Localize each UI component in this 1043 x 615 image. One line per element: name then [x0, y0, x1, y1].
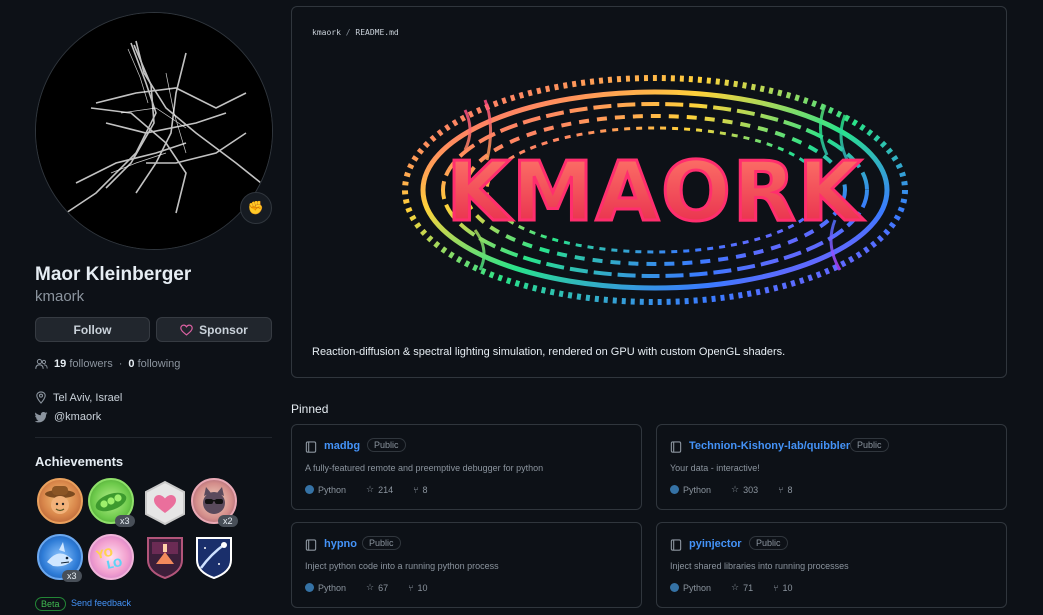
follow-button[interactable]: Follow — [35, 317, 150, 342]
readme-banner: KMAORK — [395, 70, 915, 310]
followers-count: 19 — [54, 358, 67, 370]
language-color-icon — [670, 485, 679, 494]
status-badge[interactable]: ✊ — [240, 192, 272, 224]
repo-language: Python — [318, 582, 347, 593]
readme-description: Reaction-diffusion & spectral lighting s… — [312, 346, 786, 358]
achievements-title: Achievements — [35, 454, 124, 469]
repo-language: Python — [683, 484, 712, 495]
repo-forks[interactable]: 10 — [418, 583, 428, 593]
repo-stats: Python ☆ 303 ⑂ 8 — [670, 484, 793, 495]
readme-path-separator: / — [345, 28, 351, 37]
repo-description: Inject python code into a running python… — [305, 561, 499, 571]
achievement-badge-yolo[interactable]: YO LO — [88, 534, 134, 580]
repo-description: A fully-featured remote and preemptive d… — [305, 463, 544, 473]
heart-icon — [180, 324, 193, 336]
sponsor-button[interactable]: Sponsor — [156, 317, 272, 342]
svg-text:LO: LO — [105, 556, 123, 572]
followers-row: 19 followers · 0 following — [35, 358, 180, 370]
repo-description: Your data - interactive! — [670, 463, 760, 473]
repo-visibility-badge: Public — [362, 536, 401, 550]
repo-stars[interactable]: 67 — [378, 583, 388, 593]
repo-language: Python — [318, 484, 347, 495]
sidebar-divider — [35, 437, 272, 438]
twitter-icon — [35, 411, 48, 422]
star-icon[interactable]: ☆ — [731, 582, 739, 593]
twitter-row[interactable]: @kmaork — [35, 411, 101, 423]
followers-label: followers — [69, 358, 113, 370]
sponsor-label: Sponsor — [199, 322, 248, 337]
status-emoji: ✊ — [247, 200, 265, 215]
star-icon[interactable]: ☆ — [366, 582, 374, 593]
profile-fullname: Maor Kleinberger — [35, 264, 192, 285]
repo-name[interactable]: madbg — [324, 440, 360, 452]
pinned-title: Pinned — [291, 402, 329, 416]
repo-icon — [670, 539, 682, 551]
achievement-count: x2 — [218, 515, 238, 527]
fork-icon[interactable]: ⑂ — [408, 583, 413, 593]
follow-label: Follow — [73, 322, 112, 337]
twitter-handle: @kmaork — [54, 411, 102, 423]
profile-username: kmaork — [35, 288, 85, 305]
repo-stars[interactable]: 214 — [378, 485, 393, 495]
repo-name[interactable]: pyinjector — [689, 538, 742, 550]
following-link[interactable]: 0 following — [128, 358, 180, 370]
beta-badge: Beta — [35, 597, 66, 611]
repo-language: Python — [683, 582, 712, 593]
repo-visibility-badge: Public — [850, 438, 889, 452]
repo-forks[interactable]: 8 — [788, 485, 793, 495]
repo-description: Inject shared libraries into running pro… — [670, 561, 849, 571]
achievement-badge-heart-hexagon[interactable] — [142, 480, 188, 526]
star-icon[interactable]: ☆ — [366, 484, 374, 495]
repo-forks[interactable]: 8 — [423, 485, 428, 495]
pinned-repo-card: hypno Public Inject python code into a r… — [291, 522, 642, 608]
repo-name[interactable]: hypno — [324, 538, 357, 550]
following-label: following — [137, 358, 181, 370]
repo-icon — [305, 539, 317, 551]
fork-icon[interactable]: ⑂ — [413, 485, 418, 495]
location-row: Tel Aviv, Israel — [35, 391, 122, 404]
pinned-repo-card: madbg Public A fully-featured remote and… — [291, 424, 642, 510]
followers-link[interactable]: 19 followers — [54, 358, 113, 370]
language-color-icon — [305, 485, 314, 494]
repo-forks[interactable]: 10 — [783, 583, 793, 593]
people-icon — [35, 358, 48, 369]
readme-filename[interactable]: README.md — [355, 28, 398, 37]
language-color-icon — [305, 583, 314, 592]
pinned-repo-card: Technion-Kishony-lab/quibbler Public You… — [656, 424, 1007, 510]
achievement-badge-cowboy[interactable] — [37, 478, 83, 524]
send-feedback-link[interactable]: Send feedback — [71, 598, 131, 608]
following-count: 0 — [128, 358, 135, 370]
location-text: Tel Aviv, Israel — [53, 391, 123, 404]
achievement-badge-arctic-shield[interactable] — [142, 534, 188, 580]
meta-separator: · — [118, 358, 123, 370]
readme-path: kmaork / README.md — [312, 28, 399, 37]
fork-icon[interactable]: ⑂ — [778, 485, 783, 495]
location-icon — [36, 391, 46, 404]
readme-owner[interactable]: kmaork — [312, 28, 341, 37]
repo-stats: Python ☆ 71 ⑂ 10 — [670, 582, 793, 593]
achievement-badge-starstruck-shield[interactable] — [191, 534, 237, 580]
repo-stars[interactable]: 71 — [743, 583, 753, 593]
repo-icon — [670, 441, 682, 453]
achievement-count: x3 — [115, 515, 135, 527]
repo-visibility-badge: Public — [749, 536, 788, 550]
repo-name[interactable]: Technion-Kishony-lab/quibbler — [689, 440, 850, 452]
repo-stats: Python ☆ 67 ⑂ 10 — [305, 582, 428, 593]
language-color-icon — [670, 583, 679, 592]
star-icon[interactable]: ☆ — [731, 484, 739, 495]
repo-visibility-badge: Public — [367, 438, 406, 452]
banner-text: KMAORK — [447, 145, 865, 240]
repo-icon — [305, 441, 317, 453]
achievement-count: x3 — [62, 570, 82, 582]
repo-stats: Python ☆ 214 ⑂ 8 — [305, 484, 428, 495]
pinned-repo-card: pyinjector Public Inject shared librarie… — [656, 522, 1007, 608]
fork-icon[interactable]: ⑂ — [773, 583, 778, 593]
avatar[interactable] — [35, 12, 273, 250]
repo-stars[interactable]: 303 — [743, 485, 758, 495]
